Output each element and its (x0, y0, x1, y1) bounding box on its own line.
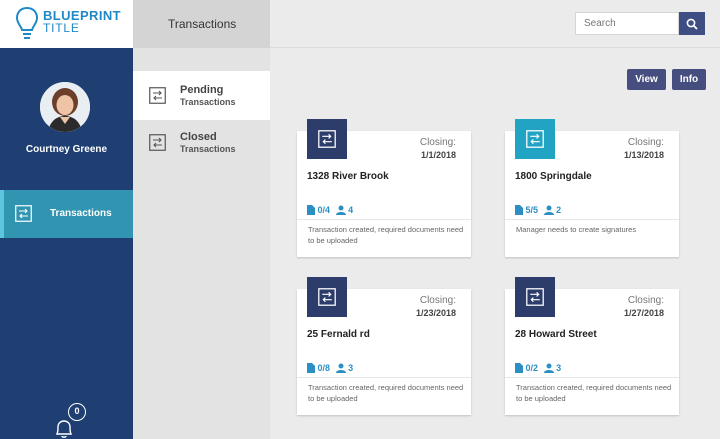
card-divider (505, 219, 679, 220)
transaction-tile (515, 277, 555, 317)
card-stats: 0/8 3 (307, 362, 353, 373)
swap-icon (149, 87, 166, 104)
panel-header: Transactions (133, 0, 270, 48)
card-divider (505, 377, 679, 378)
tab-sublabel: Transactions (180, 144, 236, 154)
document-icon (515, 204, 523, 215)
closing-date: 1/23/2018 (415, 308, 456, 318)
card-divider (297, 377, 471, 378)
swap-icon (318, 288, 336, 306)
closing-label: Closing: (419, 137, 456, 148)
document-icon (307, 204, 315, 215)
transaction-card[interactable]: Closing: 1/1/2018 1328 River Brook 0/4 4… (297, 119, 471, 257)
card-stats: 5/5 2 (515, 204, 561, 215)
card-address: 28 Howard Street (515, 329, 597, 340)
card-stats: 0/4 4 (307, 204, 353, 215)
transaction-tile (307, 119, 347, 159)
transaction-tile (307, 277, 347, 317)
bell-icon[interactable] (53, 417, 75, 439)
view-button[interactable]: View (627, 69, 666, 90)
card-note: Manager needs to create signatures (516, 225, 637, 234)
docs-count: 0/2 (525, 362, 539, 373)
card-note: Transaction created, required documents … (308, 383, 464, 403)
logo-subtitle: TITLE (43, 21, 80, 35)
info-button[interactable]: Info (672, 69, 706, 90)
panel-title: Transactions (168, 17, 237, 31)
closing-date: 1/1/2018 (420, 150, 456, 160)
swap-icon (15, 205, 32, 222)
lightbulb-icon (15, 6, 39, 39)
logo[interactable]: BLUEPRINT TITLE (0, 0, 133, 48)
active-indicator (0, 190, 4, 238)
card-note: Transaction created, required documents … (308, 225, 464, 245)
card-stats: 0/2 3 (515, 362, 561, 373)
card-address: 1328 River Brook (307, 171, 389, 182)
document-icon (307, 362, 315, 373)
avatar-photo (40, 82, 90, 132)
card-address: 1800 Springdale (515, 171, 592, 182)
search-input[interactable] (575, 12, 679, 35)
card-divider (297, 219, 471, 220)
sidebar-item-transactions[interactable]: Transactions (0, 190, 133, 238)
closing-date: 1/13/2018 (623, 150, 664, 160)
person-icon (335, 363, 346, 373)
person-icon (543, 205, 554, 215)
docs-count: 0/4 (317, 204, 331, 215)
user-name: Courtney Greene (25, 144, 108, 155)
people-count: 2 (556, 204, 562, 215)
closing-date: 1/27/2018 (623, 308, 664, 318)
swap-icon (149, 134, 166, 151)
transaction-card[interactable]: Closing: 1/23/2018 25 Fernald rd 0/8 3 T… (297, 277, 471, 415)
tab-pending-transactions[interactable]: Pending Transactions (133, 71, 270, 120)
people-count: 4 (348, 204, 354, 215)
people-count: 3 (348, 362, 354, 373)
transaction-card[interactable]: Closing: 1/27/2018 28 Howard Street 0/2 … (505, 277, 679, 415)
swap-icon (526, 288, 544, 306)
sidebar-item-label: Transactions (50, 208, 112, 219)
tab-closed-transactions[interactable]: Closed Transactions (133, 118, 270, 167)
person-icon (543, 363, 554, 373)
transaction-tile (515, 119, 555, 159)
notification-badge: 0 (68, 403, 86, 421)
document-icon (515, 362, 523, 373)
card-note: Transaction created, required documents … (516, 383, 672, 403)
top-bar (270, 0, 720, 48)
logo-text: BLUEPRINT TITLE (43, 9, 121, 35)
avatar[interactable] (40, 82, 90, 132)
tab-label: Closed (180, 131, 217, 143)
swap-icon (318, 130, 336, 148)
people-count: 3 (556, 362, 562, 373)
person-icon (335, 205, 346, 215)
card-address: 25 Fernald rd (307, 329, 370, 340)
search-button[interactable] (679, 12, 705, 35)
transaction-card[interactable]: Closing: 1/13/2018 1800 Springdale 5/5 2… (505, 119, 679, 257)
sidebar: BLUEPRINT TITLE Courtney Greene Transact… (0, 0, 133, 439)
docs-count: 5/5 (525, 204, 539, 215)
transactions-panel: Transactions Pending Transactions Closed… (133, 0, 270, 439)
tab-label: Pending (180, 84, 224, 96)
docs-count: 0/8 (317, 362, 331, 373)
closing-label: Closing: (419, 295, 456, 306)
closing-label: Closing: (627, 295, 664, 306)
swap-icon (526, 130, 544, 148)
search-icon (686, 18, 698, 30)
closing-label: Closing: (627, 137, 664, 148)
tab-sublabel: Transactions (180, 97, 236, 107)
